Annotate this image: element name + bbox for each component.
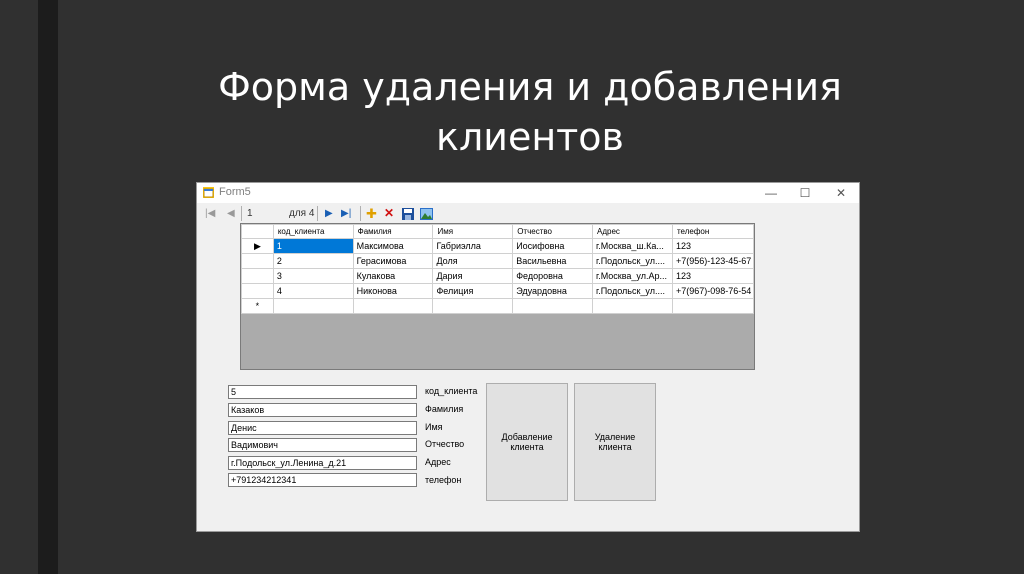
table-cell[interactable]: 123 <box>671 238 755 254</box>
table-cell[interactable]: Габриэлла <box>432 238 514 254</box>
delete-client-button-line2: клиента <box>598 442 632 452</box>
add-new-icon[interactable]: ✚ <box>366 206 377 221</box>
add-client-button-line1: Добавление <box>501 432 553 442</box>
table-cell[interactable]: 2 <box>272 253 354 269</box>
add-client-button[interactable]: Добавление клиента <box>486 383 568 501</box>
delete-icon[interactable]: ✕ <box>384 206 394 221</box>
form-app-icon <box>203 187 214 198</box>
table-cell[interactable]: г.Москва_ш.Ка... <box>592 238 673 254</box>
slide-accent-bar <box>38 0 58 574</box>
table-cell[interactable]: 3 <box>272 268 354 284</box>
table-row[interactable]: 4 Никонова Фелиция Эдуардовна г.Подольск… <box>241 283 755 299</box>
row-marker[interactable] <box>241 283 274 299</box>
delete-client-button-text: Удаление клиента <box>595 432 636 452</box>
slide-title-line2: клиентов <box>436 115 624 159</box>
slide-title-line1: Форма удаления и добавления <box>218 65 842 109</box>
address-field[interactable]: г.Подольск_ул.Ленина_д.21 <box>228 456 417 470</box>
table-cell[interactable]: 4 <box>272 283 354 299</box>
table-cell[interactable]: Васильевна <box>512 253 594 269</box>
delete-client-button[interactable]: Удаление клиента <box>574 383 656 501</box>
table-cell[interactable]: Федоровна <box>512 268 594 284</box>
toolbar-separator <box>317 206 318 221</box>
phone-label: телефон <box>425 475 462 485</box>
table-cell[interactable]: Дария <box>432 268 514 284</box>
patronymic-label: Отчество <box>425 439 465 449</box>
row-marker[interactable] <box>241 268 274 284</box>
surname-label: Фамилия <box>425 404 464 414</box>
delete-client-button-line1: Удаление <box>594 432 636 442</box>
row-marker[interactable]: ▶ <box>241 238 274 254</box>
table-cell[interactable]: Максимова <box>352 238 434 254</box>
move-previous-icon[interactable]: ◀ <box>227 206 235 221</box>
name-label: Имя <box>425 422 443 432</box>
column-header[interactable]: Отчество <box>512 224 594 239</box>
table-cell[interactable] <box>432 298 514 314</box>
table-cell[interactable]: г.Москва_ул.Ар... <box>592 268 673 284</box>
table-cell[interactable] <box>671 298 755 314</box>
clients-datagrid[interactable]: код_клиента Фамилия Имя Отчество Адрес т… <box>240 223 755 370</box>
row-header-corner <box>241 224 274 239</box>
column-header[interactable]: телефон <box>671 224 755 239</box>
image-icon[interactable] <box>420 208 433 220</box>
table-cell[interactable]: Доля <box>432 253 514 269</box>
move-last-icon[interactable]: ▶| <box>341 206 351 221</box>
column-header[interactable]: Фамилия <box>352 224 434 239</box>
row-marker[interactable] <box>241 253 274 269</box>
form5-window: Form5 — ☐ ✕ |◀ ◀ 1 для 4 ▶ ▶| ✚ ✕ код_кл… <box>196 182 860 532</box>
clients-table: код_клиента Фамилия Имя Отчество Адрес т… <box>241 224 755 314</box>
toolbar-separator <box>241 206 242 221</box>
count-label: для 4 <box>289 208 315 219</box>
table-cell[interactable]: 1 <box>272 238 354 254</box>
maximize-button[interactable]: ☐ <box>787 183 823 203</box>
patronymic-field[interactable]: Вадимович <box>228 438 417 452</box>
table-cell[interactable]: Герасимова <box>352 253 434 269</box>
add-client-button-text: Добавление клиента <box>502 432 553 452</box>
minimize-button[interactable]: — <box>753 183 789 203</box>
column-header[interactable]: Имя <box>432 224 514 239</box>
table-cell[interactable]: г.Подольск_ул.... <box>592 253 673 269</box>
window-titlebar: Form5 — ☐ ✕ <box>197 183 859 203</box>
surname-field[interactable]: Казаков <box>228 403 417 417</box>
binding-navigator: |◀ ◀ 1 для 4 ▶ ▶| ✚ ✕ <box>197 203 859 225</box>
table-cell[interactable]: 123 <box>671 268 755 284</box>
table-cell[interactable] <box>272 298 354 314</box>
table-cell[interactable]: Иосифовна <box>512 238 594 254</box>
table-cell[interactable] <box>592 298 673 314</box>
client-id-label: код_клиента <box>425 386 478 396</box>
address-label: Адрес <box>425 457 451 467</box>
slide-title: Форма удаления и добавления клиентов <box>160 62 900 162</box>
table-cell[interactable] <box>352 298 434 314</box>
table-row[interactable]: ▶ 1 Максимова Габриэлла Иосифовна г.Моск… <box>241 238 755 254</box>
row-marker[interactable]: * <box>241 298 274 314</box>
phone-field[interactable]: +791234212341 <box>228 473 417 487</box>
table-row[interactable]: 3 Кулакова Дария Федоровна г.Москва_ул.А… <box>241 268 755 284</box>
table-row[interactable]: 2 Герасимова Доля Васильевна г.Подольск_… <box>241 253 755 269</box>
column-header[interactable]: Адрес <box>592 224 673 239</box>
add-client-button-line2: клиента <box>510 442 544 452</box>
close-window-button[interactable]: ✕ <box>823 183 859 203</box>
table-cell[interactable] <box>512 298 594 314</box>
move-next-icon[interactable]: ▶ <box>325 206 333 221</box>
table-cell[interactable]: +7(956)-123-45-67 <box>671 253 755 269</box>
position-input[interactable]: 1 <box>247 206 281 221</box>
window-title: Form5 <box>219 186 251 198</box>
move-first-icon[interactable]: |◀ <box>205 206 215 221</box>
table-cell[interactable]: Никонова <box>352 283 434 299</box>
toolbar-separator <box>360 206 361 221</box>
name-field[interactable]: Денис <box>228 421 417 435</box>
save-icon[interactable] <box>402 208 414 220</box>
column-header[interactable]: код_клиента <box>272 224 354 239</box>
table-cell[interactable]: Фелиция <box>432 283 514 299</box>
table-cell[interactable]: Эдуардовна <box>512 283 594 299</box>
table-cell[interactable]: г.Подольск_ул.... <box>592 283 673 299</box>
table-cell[interactable]: +7(967)-098-76-54 <box>671 283 755 299</box>
table-cell[interactable]: Кулакова <box>352 268 434 284</box>
client-id-field[interactable]: 5 <box>228 385 417 399</box>
new-row[interactable]: * <box>241 298 755 314</box>
table-header-row: код_клиента Фамилия Имя Отчество Адрес т… <box>241 224 755 239</box>
